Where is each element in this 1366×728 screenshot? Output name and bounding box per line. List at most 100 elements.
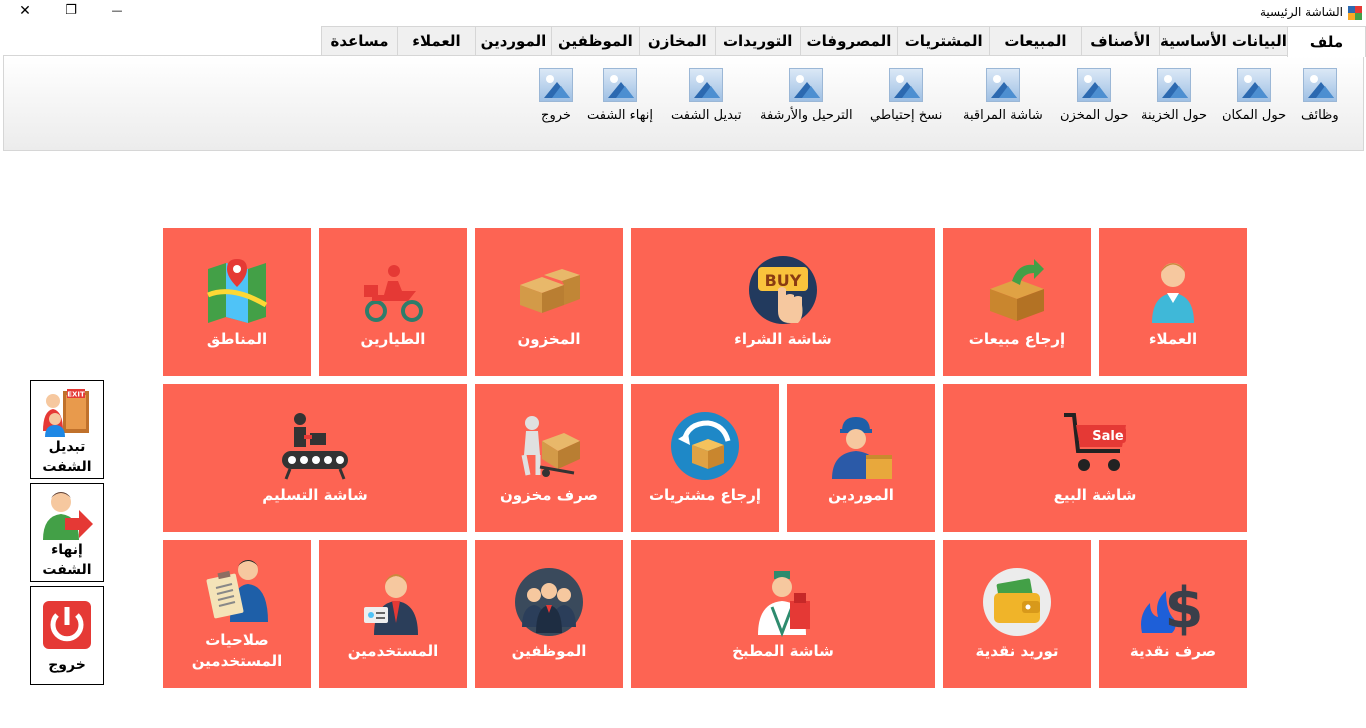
tile-cash-in[interactable]: توريد نقدية — [943, 540, 1091, 688]
tile-label: إرجاع مبيعات — [968, 329, 1066, 348]
switch-shift-button[interactable]: EXIT تبديل الشفت — [30, 380, 104, 479]
menu-items[interactable]: الأصناف — [1080, 26, 1160, 55]
tool-backup[interactable]: نسخ إحتياطي — [870, 68, 942, 123]
menu-sales[interactable]: المبيعات — [989, 26, 1082, 55]
tool-label: نسخ إحتياطي — [870, 108, 943, 123]
hand-truck-icon — [514, 411, 584, 481]
svg-text:$: $ — [1165, 576, 1204, 637]
sale-cart-icon: Sale — [1060, 411, 1130, 481]
tile-users[interactable]: المستخدمين — [319, 540, 467, 688]
boxes-icon — [514, 255, 584, 325]
tile-purchase-screen[interactable]: BUY شاشة الشراء — [631, 228, 935, 376]
tile-kitchen-screen[interactable]: شاشة المطبخ — [631, 540, 935, 688]
clipboard-user-icon — [202, 556, 272, 626]
menu-customers[interactable]: العملاء — [397, 26, 476, 55]
tile-sales-return[interactable]: إرجاع مبيعات — [943, 228, 1091, 376]
dollar-fire-icon: $ — [1138, 567, 1208, 641]
menu-employees[interactable]: الموظفين — [550, 26, 640, 55]
menu-suppliers[interactable]: الموردين — [474, 26, 552, 55]
tile-label-line1: صلاحيات — [205, 631, 269, 649]
switch-shift-label-line1: تبديل — [48, 439, 86, 455]
tile-label-line2: المستخدمين — [191, 652, 283, 670]
minimize-icon[interactable]: — — [94, 0, 140, 22]
box-return-icon — [982, 255, 1052, 325]
tile-label: المستخدمين — [347, 641, 439, 660]
tool-switch-shift[interactable]: تبديل الشفت — [671, 68, 741, 123]
tool-label: الترحيل والأرشفة — [760, 108, 853, 123]
image-icon — [985, 68, 1020, 102]
wallet-icon — [982, 567, 1052, 637]
user-exit-arrow-icon — [41, 488, 93, 540]
image-icon — [1302, 68, 1337, 102]
tool-monitor-screen[interactable]: شاشة المراقبة — [963, 68, 1043, 123]
tool-label: إنهاء الشفت — [587, 108, 653, 123]
employees-group-icon — [514, 567, 584, 637]
tool-label: حول الخزينة — [1141, 108, 1207, 123]
menu-help[interactable]: مساعدة — [321, 26, 398, 55]
customer-person-icon — [1138, 255, 1208, 325]
menu-expenses[interactable]: المصروفات — [799, 26, 899, 55]
exit-sign-text: EXIT — [67, 391, 85, 399]
tile-label: المخزون — [517, 329, 581, 348]
tile-pilots[interactable]: الطيارين — [319, 228, 467, 376]
tool-about-store[interactable]: حول المخزن — [1060, 68, 1129, 123]
tool-functions[interactable]: وظائف — [1301, 68, 1339, 123]
switch-shift-label-line2: الشفت — [42, 459, 92, 475]
tile-areas[interactable]: المناطق — [163, 228, 311, 376]
window-title-group: الشاشة الرئيسية — [1260, 3, 1362, 21]
window-title: الشاشة الرئيسية — [1260, 5, 1343, 19]
tool-label: وظائف — [1301, 108, 1339, 123]
tile-user-permissions[interactable]: صلاحيات المستخدمين — [163, 540, 311, 688]
exit-label: خروج — [48, 657, 86, 673]
image-icon — [539, 68, 573, 102]
tile-label: توريد نقدية — [975, 641, 1059, 660]
tile-cash-out[interactable]: $ صرف نقدية — [1099, 540, 1247, 688]
buy-badge-text: BUY — [765, 271, 802, 290]
menu-supplies[interactable]: التوريدات — [714, 26, 801, 55]
tile-label: الموظفين — [511, 641, 587, 660]
end-shift-button[interactable]: إنهاء الشفت — [30, 483, 104, 582]
menu-basic-data[interactable]: البيانات الأساسية — [1158, 26, 1289, 55]
tile-sale-screen[interactable]: Sale شاشة البيع — [943, 384, 1247, 532]
tool-about-treasury[interactable]: حول الخزينة — [1141, 68, 1207, 123]
conveyor-icon — [280, 411, 350, 481]
tool-transfer-archive[interactable]: الترحيل والأرشفة — [760, 68, 853, 123]
delivery-scooter-icon — [358, 255, 428, 325]
image-icon — [889, 68, 924, 102]
toolbar: وظائف حول المكان حول الخزينة حول المخزن … — [3, 55, 1364, 151]
menu-stores[interactable]: المخازن — [638, 26, 716, 55]
tile-suppliers[interactable]: الموردين — [787, 384, 935, 532]
supplier-worker-icon — [826, 411, 896, 481]
title-bar: ✕ ❐ — الشاشة الرئيسية — [0, 0, 1366, 24]
image-icon — [789, 68, 824, 102]
tile-label: العملاء — [1148, 329, 1198, 348]
tile-label: صرف مخزون — [499, 485, 599, 504]
menu-purchases[interactable]: المشتريات — [897, 26, 991, 55]
sale-badge-text: Sale — [1092, 429, 1124, 444]
menu-file[interactable]: ملف — [1287, 26, 1366, 57]
close-icon[interactable]: ✕ — [2, 0, 48, 22]
tool-label: حول المكان — [1222, 108, 1287, 123]
tile-stock-issue[interactable]: صرف مخزون — [475, 384, 623, 532]
tile-delivery-screen[interactable]: شاشة التسليم — [163, 384, 467, 532]
end-shift-label-line1: إنهاء — [51, 542, 83, 558]
tile-customers[interactable]: العملاء — [1099, 228, 1247, 376]
tile-stock[interactable]: المخزون — [475, 228, 623, 376]
tile-employees[interactable]: الموظفين — [475, 540, 623, 688]
end-shift-label: إنهاء الشفت — [42, 540, 91, 580]
tool-about-place[interactable]: حول المكان — [1222, 68, 1286, 123]
exit-button[interactable]: خروج — [30, 586, 104, 685]
image-icon — [1156, 68, 1191, 102]
tool-end-shift[interactable]: إنهاء الشفت — [587, 68, 653, 123]
tile-label: صرف نقدية — [1129, 641, 1217, 660]
tile-label: الموردين — [828, 485, 894, 504]
tool-label: تبديل الشفت — [671, 108, 742, 123]
chef-icon — [748, 567, 818, 637]
tool-exit[interactable]: خروج — [539, 68, 573, 123]
tile-label: شاشة المطبخ — [732, 641, 834, 660]
tile-purchase-return[interactable]: إرجاع مشتريات — [631, 384, 779, 532]
end-shift-label-line2: الشفت — [42, 562, 92, 578]
restore-icon[interactable]: ❐ — [48, 0, 94, 22]
app-icon — [1348, 5, 1362, 20]
tile-label: شاشة الشراء — [734, 329, 832, 348]
